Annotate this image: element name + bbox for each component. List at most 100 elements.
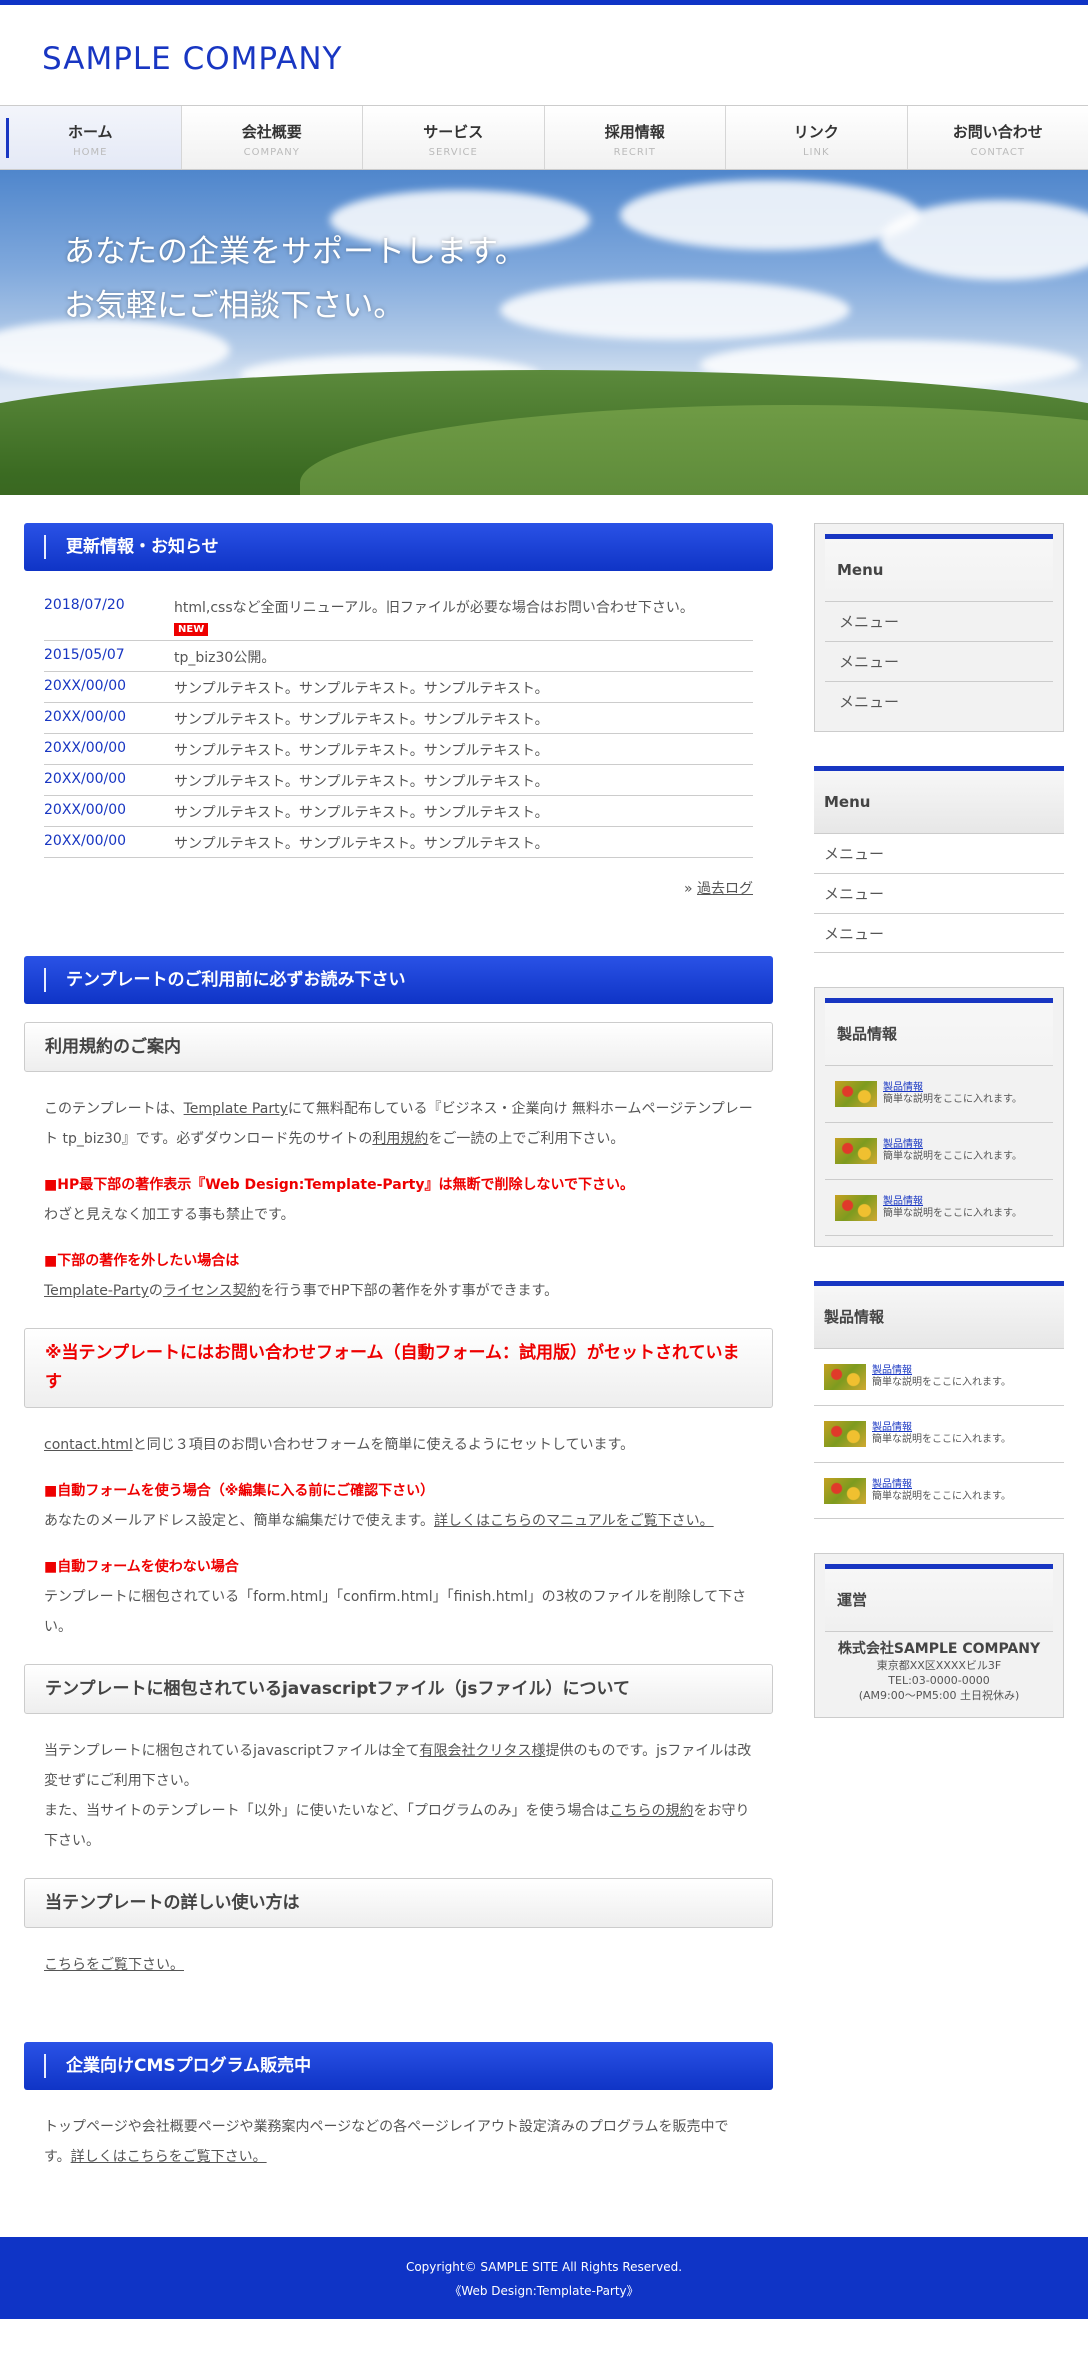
- text: このテンプレートは、: [44, 1101, 184, 1117]
- nav-item-contact[interactable]: お問い合わせ CONTACT: [908, 106, 1088, 169]
- cloud-shape: [880, 200, 1088, 280]
- nav-label: 会社概要: [241, 123, 302, 141]
- nav-sublabel: COMPANY: [243, 147, 300, 158]
- nav-label: リンク: [793, 123, 839, 141]
- text: を行う事でHP下部の著作を外す事ができます。: [260, 1283, 559, 1299]
- template-party-link[interactable]: Template-Party: [44, 1283, 149, 1299]
- sidebar-products-box: 製品情報 製品情報 簡単な説明をここに入れます。 製品情報 簡単な説明をここに入れま…: [814, 987, 1064, 1247]
- sidebar-menu-item[interactable]: メニュー: [825, 641, 1053, 681]
- howto-link[interactable]: こちらをご覧下さい。: [44, 1957, 184, 1973]
- news-row: 20XX/00/00 サンプルテキスト。サンプルテキスト。サンプルテキスト。: [44, 703, 753, 734]
- template-party-link[interactable]: Template Party: [184, 1101, 288, 1117]
- product-item[interactable]: 製品情報 簡単な説明をここに入れます。: [814, 1405, 1064, 1462]
- kuritasu-link[interactable]: 有限会社クリタス様: [420, 1743, 546, 1759]
- js-paragraph: 当テンプレートに梱包されているjavascriptファイルは全て有限会社クリタス…: [24, 1714, 773, 1856]
- product-thumbnail: [824, 1421, 866, 1447]
- sidebar-menu-item[interactable]: メニュー: [814, 873, 1064, 913]
- howto-heading: 当テンプレートの詳しい使い方は: [24, 1878, 773, 1928]
- nav-sublabel: HOME: [73, 147, 108, 158]
- sidebar-menu-item[interactable]: メニュー: [814, 913, 1064, 953]
- nav-label: サービス: [423, 123, 484, 141]
- news-row: 20XX/00/00 サンプルテキスト。サンプルテキスト。サンプルテキスト。: [44, 734, 753, 765]
- product-name[interactable]: 製品情報: [883, 1196, 923, 1207]
- sidebar-products-plain: 製品情報 製品情報 簡単な説明をここに入れます。 製品情報 簡単な説明をここに入れま…: [814, 1281, 1064, 1519]
- contact-html-link[interactable]: contact.html: [44, 1437, 133, 1453]
- company-tel: TEL:03-0000-0000: [888, 1674, 990, 1687]
- text: をご一読の上でご利用下さい。: [428, 1131, 625, 1147]
- product-item[interactable]: 製品情報 簡単な説明をここに入れます。: [814, 1462, 1064, 1519]
- news-date: 20XX/00/00: [44, 740, 127, 756]
- product-item[interactable]: 製品情報 簡単な説明をここに入れます。: [814, 1348, 1064, 1405]
- nav-item-home[interactable]: ホーム HOME: [0, 106, 182, 169]
- product-text: 製品情報 簡単な説明をここに入れます。: [872, 1422, 1011, 1446]
- news-row: 20XX/00/00 サンプルテキスト。サンプルテキスト。サンプルテキスト。: [44, 765, 753, 796]
- sidebar-menu-box: Menu メニュー メニュー メニュー: [814, 523, 1064, 732]
- sidebar-menu-plain: Menu メニュー メニュー メニュー: [814, 766, 1064, 953]
- hero-line: あなたの企業をサポートします。: [64, 234, 526, 270]
- sidebar-menu-item[interactable]: メニュー: [825, 681, 1053, 721]
- product-thumbnail: [835, 1194, 877, 1221]
- product-name[interactable]: 製品情報: [883, 1139, 923, 1150]
- text: テンプレートに梱包されている「form.html」「confirm.html」「…: [44, 1589, 747, 1635]
- nav-item-company[interactable]: 会社概要 COMPANY: [182, 106, 363, 169]
- product-desc: 簡単な説明をここに入れます。: [883, 1207, 1022, 1219]
- nav-item-recruit[interactable]: 採用情報 RECRIT: [545, 106, 726, 169]
- hero-catchphrase: あなたの企業をサポートします。 お気軽にご相談下さい。: [64, 225, 526, 333]
- product-text: 製品情報 簡単な説明をここに入れます。: [883, 1196, 1022, 1220]
- product-thumbnail: [824, 1364, 866, 1390]
- program-terms-link[interactable]: こちらの規約: [609, 1803, 693, 1819]
- nav-item-link[interactable]: リンク LINK: [726, 106, 908, 169]
- form-use-notice: ■自動フォームを使う場合（※編集に入る前にご確認下さい） あなたのメールアドレス…: [24, 1460, 773, 1536]
- cms-paragraph: トップページや会社概要ページや業務案内ページなどの各ページレイアウト設定済みのプ…: [24, 2090, 773, 2172]
- product-desc: 簡単な説明をここに入れます。: [883, 1094, 1022, 1105]
- news-text: サンプルテキスト。サンプルテキスト。サンプルテキスト。: [174, 774, 549, 790]
- news-row: 20XX/00/00 サンプルテキスト。サンプルテキスト。サンプルテキスト。: [44, 827, 753, 858]
- nav-sublabel: LINK: [802, 147, 830, 158]
- nav-label: お問い合わせ: [952, 123, 1043, 141]
- news-text: サンプルテキスト。サンプルテキスト。サンプルテキスト。: [174, 805, 549, 821]
- news-date: 2015/05/07: [44, 647, 125, 663]
- sidebar-heading: 製品情報: [814, 1286, 1064, 1348]
- product-item[interactable]: 製品情報 簡単な説明をここに入れます。: [825, 1122, 1053, 1179]
- design-credit[interactable]: 《Web Design:Template-Party》: [0, 2279, 1088, 2303]
- nav-sublabel: SERVICE: [428, 147, 478, 158]
- product-desc: 簡単な説明をここに入れます。: [883, 1151, 1022, 1162]
- archive-prefix: »: [683, 881, 697, 897]
- product-thumbnail: [835, 1081, 877, 1107]
- nav-item-service[interactable]: サービス SERVICE: [363, 106, 545, 169]
- form-heading: ※当テンプレートにはお問い合わせフォーム（自動フォーム：試用版）がセットされてい…: [24, 1328, 773, 1408]
- product-text: 製品情報 簡単な説明をここに入れます。: [872, 1479, 1011, 1503]
- global-nav: ホーム HOME 会社概要 COMPANY サービス SERVICE 採用情報 …: [0, 105, 1088, 170]
- site-logo[interactable]: SAMPLE COMPANY: [42, 41, 342, 77]
- product-item[interactable]: 製品情報 簡単な説明をここに入れます。: [825, 1065, 1053, 1122]
- cms-details-link[interactable]: 詳しくはこちらをご覧下さい。: [71, 2149, 267, 2165]
- site-header: SAMPLE COMPANY: [0, 5, 1088, 105]
- license-link[interactable]: ライセンス契約: [163, 1283, 261, 1299]
- product-name[interactable]: 製品情報: [872, 1365, 912, 1376]
- product-name[interactable]: 製品情報: [872, 1479, 912, 1490]
- terms-heading: 利用規約のご案内: [24, 1022, 773, 1072]
- product-desc: 簡単な説明をここに入れます。: [872, 1490, 1011, 1502]
- terms-link[interactable]: 利用規約: [372, 1131, 428, 1147]
- sidebar-menu-item[interactable]: メニュー: [814, 833, 1064, 873]
- product-name[interactable]: 製品情報: [883, 1082, 923, 1093]
- company-address: 東京都XX区XXXXビル3F: [876, 1659, 1002, 1672]
- manual-link[interactable]: 詳しくはこちらのマニュアルをご覧下さい。: [434, 1513, 714, 1529]
- product-name[interactable]: 製品情報: [872, 1422, 912, 1433]
- nav-sublabel: RECRIT: [613, 147, 656, 158]
- archive-link[interactable]: 過去ログ: [697, 881, 753, 897]
- site-footer: Copyright© SAMPLE SITE All Rights Reserv…: [0, 2237, 1088, 2319]
- hero-line: お気軽にご相談下さい。: [64, 288, 405, 324]
- sidebar-menu-item[interactable]: メニュー: [825, 601, 1053, 641]
- product-text: 製品情報 簡単な説明をここに入れます。: [883, 1082, 1022, 1106]
- product-text: 製品情報 簡単な説明をここに入れます。: [872, 1365, 1011, 1389]
- license-notice: ■下部の著作を外したい場合は Template-Partyのライセンス契約を行う…: [24, 1230, 773, 1306]
- new-badge: NEW: [174, 623, 209, 636]
- news-date: 20XX/00/00: [44, 709, 127, 725]
- news-text: html,cssなど全面リニューアル。旧ファイルが必要な場合はお問い合わせ下さい…: [174, 597, 753, 636]
- product-item[interactable]: 製品情報 簡単な説明をここに入れます。: [825, 1179, 1053, 1236]
- howto-paragraph: こちらをご覧下さい。: [24, 1928, 773, 1980]
- content-container: 更新情報・お知らせ 2018/07/20 html,cssなど全面リニューアル。…: [0, 495, 1088, 2172]
